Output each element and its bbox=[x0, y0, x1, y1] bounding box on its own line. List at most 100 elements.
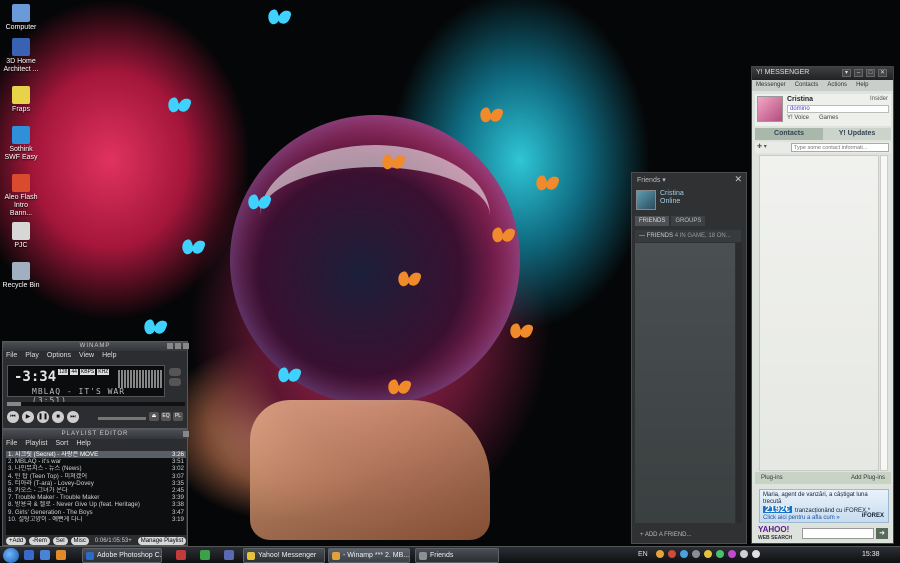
friends-scrollbar[interactable] bbox=[736, 243, 742, 523]
table-row[interactable]: 9. Girls' Generation - The Boys 3:47 bbox=[6, 509, 186, 516]
plugins-button[interactable]: Plug-ins bbox=[761, 475, 783, 481]
search-go-icon[interactable]: ➜ bbox=[876, 528, 888, 539]
minimize-icon[interactable] bbox=[167, 343, 173, 349]
show-desktop-icon[interactable] bbox=[24, 550, 34, 560]
menu-play[interactable]: Play bbox=[25, 352, 39, 360]
add-button[interactable]: +Add bbox=[6, 537, 27, 545]
avatar[interactable] bbox=[757, 96, 783, 122]
close-icon[interactable]: ✕ bbox=[878, 69, 887, 77]
table-row[interactable]: 6. 카오스 - 그녀가 온다 2:45 bbox=[6, 487, 186, 494]
pl-menu-file[interactable]: File bbox=[6, 440, 17, 448]
pl-menu-sort[interactable]: Sort bbox=[55, 440, 68, 448]
quicklaunch-icon[interactable] bbox=[200, 550, 210, 560]
menu-help[interactable]: Help bbox=[856, 82, 868, 89]
desktop-icon[interactable]: Computer bbox=[2, 4, 40, 32]
messenger-window[interactable]: Y! MESSENGER ▾ – □ ✕ Messenger Contacts … bbox=[751, 66, 894, 544]
manage-playlist-button[interactable]: Manage Playlist bbox=[137, 537, 187, 545]
start-button[interactable] bbox=[3, 548, 19, 563]
volume-slider[interactable] bbox=[98, 417, 146, 420]
play-button[interactable]: ▶ bbox=[22, 411, 34, 423]
menu-view[interactable]: View bbox=[79, 352, 94, 360]
steam-tray-icon[interactable] bbox=[691, 550, 700, 558]
remove-button[interactable]: -Rem bbox=[29, 537, 50, 545]
desktop-icon[interactable]: Aleo Flash Intro Bann... bbox=[2, 174, 40, 218]
playlist-tracks[interactable]: 1. 시크릿 (Secret) - 사랑은 MOVE 3:26 2. MBLAQ -… bbox=[6, 451, 186, 535]
winamp-titlebar[interactable]: WINAMP bbox=[3, 342, 189, 351]
table-row[interactable]: 3. 나인뮤지스 - 뉴스 (News) 3:02 bbox=[6, 465, 186, 472]
seek-bar[interactable] bbox=[7, 402, 185, 406]
settings-icon[interactable]: ▾ bbox=[842, 69, 851, 77]
pl-menu-help[interactable]: Help bbox=[76, 440, 90, 448]
contact-list[interactable] bbox=[759, 155, 879, 471]
eq-toggle-button[interactable] bbox=[169, 368, 181, 376]
eq-button[interactable]: EQ bbox=[161, 412, 171, 421]
desktop-icon[interactable]: Recycle Bin bbox=[2, 262, 40, 290]
yahoo-tray-icon[interactable] bbox=[703, 550, 712, 558]
contact-list-scrollbar[interactable] bbox=[880, 155, 888, 471]
tray-icon[interactable] bbox=[655, 550, 664, 558]
friends-title[interactable]: Friends bbox=[637, 177, 660, 184]
ie-icon[interactable] bbox=[40, 550, 50, 560]
table-row[interactable]: 2. MBLAQ - it's war 3:51 bbox=[6, 458, 186, 465]
advertisement-banner[interactable]: Maria, agent de vanzări, a câștigat luna… bbox=[759, 489, 889, 523]
minimize-icon[interactable]: – bbox=[854, 69, 863, 77]
menu-messenger[interactable]: Messenger bbox=[756, 82, 786, 89]
table-row[interactable]: 10. 설탕고양이 - 예뻔게 다니 3:19 bbox=[6, 516, 186, 523]
table-row[interactable]: 8. 방용국 & 젤로 - Never Give Up (feat. Herit… bbox=[6, 501, 186, 508]
time-display[interactable]: -3:34 bbox=[14, 369, 56, 385]
pl-menu-playlist[interactable]: Playlist bbox=[25, 440, 47, 448]
pl-button[interactable]: PL bbox=[173, 412, 183, 421]
friends-list[interactable] bbox=[635, 243, 735, 523]
tray-icon[interactable] bbox=[667, 550, 676, 558]
winamp-window[interactable]: WINAMP File Play Options View Help -3:34… bbox=[2, 341, 189, 429]
add-contact-icon[interactable]: ✚ ▾ bbox=[757, 143, 787, 151]
pause-button[interactable]: ❚❚ bbox=[37, 411, 49, 423]
web-search-input[interactable] bbox=[802, 528, 874, 539]
tray-icon[interactable] bbox=[727, 550, 736, 558]
collapse-icon[interactable]: — bbox=[639, 233, 647, 239]
desktop-icon[interactable]: Fraps bbox=[2, 86, 40, 114]
tab-updates[interactable]: Y! Updates bbox=[823, 128, 891, 140]
playlist-toggle-button[interactable] bbox=[169, 378, 181, 386]
status-message-input[interactable]: domino bbox=[787, 105, 889, 113]
menu-options[interactable]: Options bbox=[47, 352, 71, 360]
friends-titlebar[interactable]: Friends ▾ ✕ bbox=[632, 173, 746, 187]
chevron-down-icon[interactable]: ▾ bbox=[662, 177, 666, 184]
desktop-icon[interactable]: PJC bbox=[2, 222, 40, 250]
table-row[interactable]: 5. 티아라 (T-ara) - Lovey-Dovey 3:35 bbox=[6, 480, 186, 487]
next-button[interactable]: ⏭ bbox=[67, 411, 79, 423]
tab-contacts[interactable]: Contacts bbox=[755, 128, 823, 140]
insider-link[interactable]: Insider bbox=[870, 96, 888, 102]
friends-user[interactable]: Cristina Online bbox=[636, 190, 684, 210]
tray-icon[interactable] bbox=[715, 550, 724, 558]
taskbar-button[interactable]: Yahoo! Messenger bbox=[243, 548, 325, 563]
volume-icon[interactable] bbox=[751, 550, 760, 558]
previous-button[interactable]: ⏮ bbox=[7, 411, 19, 423]
maximize-icon[interactable]: □ bbox=[866, 69, 875, 77]
table-row[interactable]: 7. Trouble Maker - Trouble Maker 3:39 bbox=[6, 494, 186, 501]
tab-groups[interactable]: GROUPS bbox=[671, 216, 706, 226]
close-icon[interactable] bbox=[183, 343, 189, 349]
friends-group-header[interactable]: — FRIENDS 4 IN GAME, 18 ON... bbox=[635, 230, 741, 242]
language-indicator[interactable]: EN bbox=[638, 551, 648, 558]
tray-icon[interactable] bbox=[679, 550, 688, 558]
games-link[interactable]: Games bbox=[819, 115, 838, 121]
network-icon[interactable] bbox=[739, 550, 748, 558]
taskbar-button[interactable]: - Winamp *** 2. MB... bbox=[328, 548, 410, 563]
playlist-titlebar[interactable]: PLAYLIST EDITOR bbox=[3, 430, 189, 439]
quicklaunch-icon[interactable] bbox=[176, 550, 186, 560]
select-button[interactable]: Sel bbox=[52, 537, 68, 545]
avatar[interactable] bbox=[636, 190, 656, 210]
menu-actions[interactable]: Actions bbox=[827, 82, 847, 89]
taskbar-button[interactable]: Adobe Photoshop C... bbox=[82, 548, 162, 563]
table-row[interactable]: 1. 시크릿 (Secret) - 사랑은 MOVE 3:26 bbox=[6, 451, 186, 459]
quicklaunch-icon[interactable] bbox=[224, 550, 234, 560]
menu-contacts[interactable]: Contacts bbox=[795, 82, 819, 89]
table-row[interactable]: 4. 틴 탑 (Teen Top) - 미쳐겠어 3:07 bbox=[6, 473, 186, 480]
misc-button[interactable]: Misc bbox=[70, 537, 89, 545]
taskbar-button[interactable]: Friends bbox=[415, 548, 499, 563]
messenger-user-name[interactable]: Cristina bbox=[787, 96, 813, 103]
contact-search-input[interactable] bbox=[791, 143, 889, 152]
voice-link[interactable]: Y! Voice bbox=[787, 115, 809, 121]
add-plugins-button[interactable]: Add Plug-ins bbox=[851, 475, 885, 481]
